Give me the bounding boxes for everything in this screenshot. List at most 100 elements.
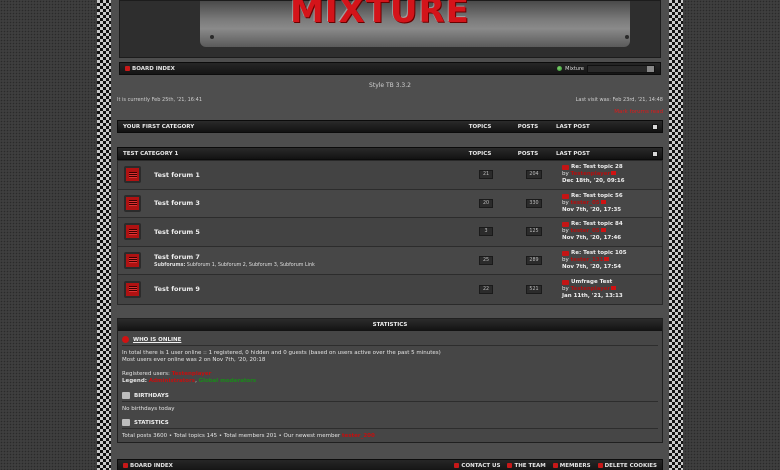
- forum-title[interactable]: Test forum 5: [154, 228, 462, 236]
- last-post-title[interactable]: Re: Test topic 84: [571, 221, 623, 228]
- category-title[interactable]: YOUR FIRST CATEGORY: [118, 124, 456, 130]
- contact-us-link[interactable]: CONTACT US: [454, 463, 500, 469]
- banner-bolt-icon: [625, 35, 629, 39]
- subforum-list: Subforums: Subforum 1, Subforum 2, Subfo…: [154, 263, 462, 268]
- home-icon: [123, 463, 128, 468]
- totals-text: Total posts 3600 • Total topics 145 • To…: [122, 433, 341, 439]
- subforum-links[interactable]: Subforum 1, Subforum 2, Subforum 3, Subf…: [187, 263, 315, 268]
- site-logo[interactable]: MIXTURE: [290, 0, 470, 31]
- last-post-header: LAST POST: [556, 123, 590, 130]
- topics-count: 25: [479, 255, 493, 265]
- last-post-user[interactable]: tester_05: [571, 200, 600, 206]
- last-post-info: Re: Test topic 56 by tester_05 Nov 7th, …: [558, 193, 662, 214]
- delete-cookies-link[interactable]: DELETE COOKIES: [597, 463, 657, 469]
- legend-separator: ,: [195, 378, 197, 384]
- by-label: by: [562, 171, 569, 178]
- legend: Legend: Administrators, Global moderator…: [122, 378, 658, 385]
- team-icon: [507, 463, 513, 468]
- forum-list: Test forum 1 21 204 Re: Test topic 28 by…: [117, 160, 663, 305]
- globe-icon: [557, 66, 563, 71]
- by-label: by: [562, 199, 569, 206]
- forum-row: Test forum 7 Subforums: Subforum 1, Subf…: [118, 246, 662, 275]
- forum-read-icon: [124, 223, 141, 241]
- the-team-link[interactable]: THE TEAM: [507, 462, 546, 469]
- category-header: YOUR FIRST CATEGORY TOPICS POSTS LAST PO…: [117, 120, 663, 133]
- topics-count: 22: [479, 284, 493, 294]
- last-post-user[interactable]: tester_05: [571, 228, 600, 234]
- go-to-post-icon[interactable]: [600, 199, 606, 204]
- forum-row: Test forum 3 20 330 Re: Test topic 56 by…: [118, 189, 662, 218]
- forum-read-icon: [124, 194, 141, 212]
- legend-label: Legend:: [122, 378, 147, 384]
- forum-title[interactable]: Test forum 9: [154, 285, 462, 293]
- online-icon: [122, 336, 129, 343]
- last-post-title[interactable]: Re: Test topic 105: [571, 250, 627, 257]
- go-to-post-icon[interactable]: [611, 285, 617, 290]
- posts-header: POSTS: [517, 123, 539, 130]
- last-post-user[interactable]: Testenplayer: [571, 286, 611, 292]
- footer-navbar: BOARD INDEX CONTACT US THE TEAM MEMBERS …: [117, 459, 663, 470]
- newest-member-link[interactable]: tester_200: [342, 433, 375, 439]
- nav-board-index-label: BOARD INDEX: [132, 65, 175, 72]
- last-post-title[interactable]: Re: Test topic 28: [571, 164, 623, 171]
- last-post-info: Umfrage Test by Testenplayer Jan 11th, '…: [558, 279, 662, 300]
- the-team-label: THE TEAM: [514, 462, 546, 469]
- forum-title[interactable]: Test forum 7: [154, 253, 462, 261]
- last-post-date: Nov 7th, '20, 17:46: [562, 235, 622, 242]
- last-post-date: Nov 7th, '20, 17:35: [562, 206, 622, 213]
- statistics-section: STATISTICS Total posts 3600 • Total topi…: [122, 419, 658, 440]
- last-post-user[interactable]: Testenplayer: [571, 171, 611, 177]
- last-post-title[interactable]: Umfrage Test: [571, 279, 612, 286]
- posts-count: 330: [526, 198, 542, 208]
- last-post-header: LAST POST: [556, 150, 590, 157]
- trash-icon: [597, 463, 603, 468]
- nav-board-index[interactable]: BOARD INDEX: [125, 66, 175, 72]
- posts-count: 204: [526, 170, 542, 180]
- last-post-info: Re: Test topic 84 by tester_05 Nov 7th, …: [558, 221, 662, 242]
- go-to-post-icon[interactable]: [600, 228, 606, 233]
- topics-count: 21: [479, 170, 493, 180]
- legend-global-moderators[interactable]: Global moderators: [199, 378, 257, 384]
- go-to-post-icon[interactable]: [611, 171, 617, 176]
- mark-forums-read-link[interactable]: Mark forums read: [614, 109, 663, 115]
- legend-administrators[interactable]: Administrators: [149, 378, 195, 384]
- right-rail: [669, 0, 683, 470]
- statistics-title: STATISTICS: [134, 419, 169, 426]
- forum-title[interactable]: Test forum 3: [154, 199, 462, 207]
- go-to-post-icon[interactable]: [604, 256, 610, 261]
- category-header: TEST CATEGORY 1 TOPICS POSTS LAST POST: [117, 147, 663, 160]
- last-post-title[interactable]: Re: Test topic 56: [571, 193, 623, 200]
- birthdays-text: No birthdays today: [122, 406, 175, 412]
- members-link[interactable]: MEMBERS: [552, 462, 591, 469]
- statistics-panel: STATISTICS WHO IS ONLINE In total there …: [117, 318, 663, 443]
- last-post-user[interactable]: tester_131: [571, 257, 604, 263]
- members-label: MEMBERS: [559, 462, 591, 469]
- collapse-toggle-icon[interactable]: [652, 150, 658, 157]
- top-navbar: BOARD INDEX Mixture: [119, 62, 661, 75]
- home-icon: [125, 66, 130, 71]
- collapse-toggle-icon[interactable]: [652, 123, 658, 130]
- footer-board-index[interactable]: BOARD INDEX: [123, 463, 173, 469]
- birthdays-section: BIRTHDAYS No birthdays today: [122, 392, 658, 413]
- forum-row: Test forum 1 21 204 Re: Test topic 28 by…: [118, 161, 662, 190]
- who-is-online-section: WHO IS ONLINE In total there is 1 user o…: [122, 336, 658, 385]
- last-post-info: Re: Test topic 28 by Testenplayer Dec 18…: [558, 164, 662, 185]
- cake-icon: [122, 392, 130, 399]
- topics-count: 20: [479, 198, 493, 208]
- post-icon: [562, 193, 569, 199]
- mail-icon: [454, 463, 460, 468]
- category-title[interactable]: TEST CATEGORY 1: [118, 151, 456, 157]
- forum-read-icon: [124, 166, 141, 184]
- post-icon: [562, 165, 569, 171]
- forum-title[interactable]: Test forum 1: [154, 171, 462, 179]
- who-is-online-link[interactable]: WHO IS ONLINE: [133, 337, 181, 343]
- by-label: by: [562, 256, 569, 263]
- stats-icon: [122, 419, 130, 426]
- topics-header: TOPICS: [468, 150, 492, 157]
- topics-count: 3: [479, 227, 493, 237]
- left-rail: [97, 0, 111, 470]
- style-select[interactable]: [587, 64, 655, 73]
- footer-board-index-label: BOARD INDEX: [130, 462, 173, 469]
- registered-user-link[interactable]: Testenplayer: [172, 371, 212, 377]
- birthdays-title: BIRTHDAYS: [134, 392, 169, 399]
